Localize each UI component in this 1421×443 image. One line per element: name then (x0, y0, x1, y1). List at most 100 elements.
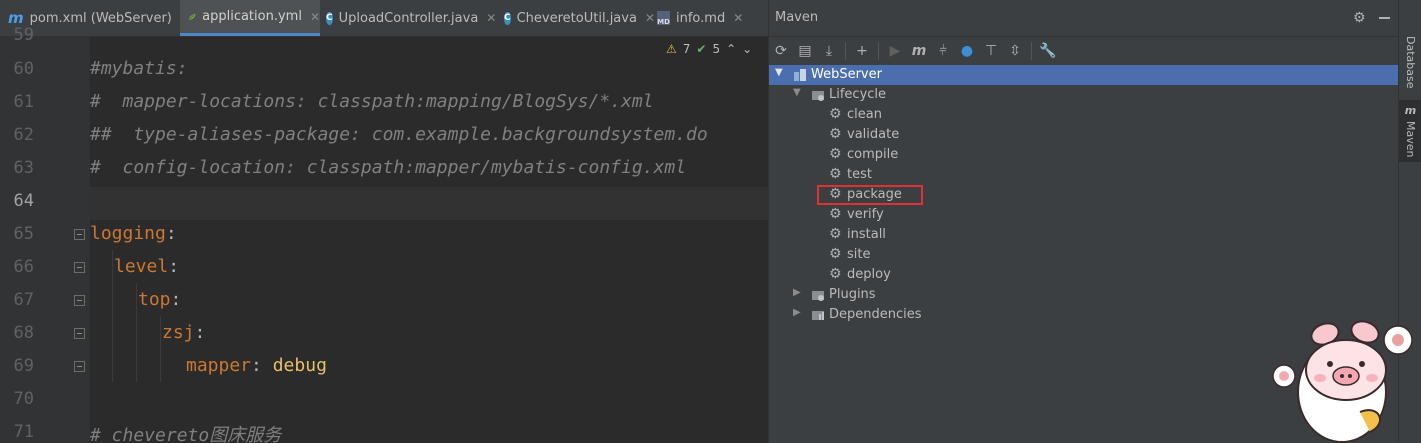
code-area[interactable]: #mybatis: # mapper-locations: classpath:… (90, 36, 768, 443)
side-tab-database[interactable]: Database (1399, 36, 1421, 89)
code-line: zsj: (162, 322, 206, 343)
code-editor: m pom.xml (WebServer) ✕ application.yml … (0, 0, 768, 443)
pig-sticker-icon (1272, 320, 1413, 443)
line-gutter: 59 60 61 62 63 64 65 66 67 68 69 70 71 (0, 25, 90, 443)
fold-toggle-icon[interactable] (74, 361, 85, 372)
lifecycle-goal-deploy[interactable]: ⚙ deploy (769, 265, 1398, 285)
inspection-widget[interactable]: ⚠ 7 ✔ 5 ⌃ ⌄ (666, 42, 752, 56)
line-number: 64 (13, 191, 34, 211)
gear-icon: ⚙ (829, 226, 842, 242)
yaml-leaf-icon (188, 13, 196, 20)
tab-upload-controller[interactable]: C UploadController.java ✕ (326, 0, 496, 36)
code-line: # chevereto图床服务 (90, 425, 282, 443)
line-number: 71 (13, 422, 34, 442)
toolbar-separator (1031, 42, 1032, 60)
chevron-down-icon[interactable]: ▼ (793, 87, 801, 98)
folder-plugin-icon (812, 291, 824, 301)
folder-gear-icon (812, 91, 824, 101)
chevron-right-icon[interactable]: ▶ (793, 287, 801, 298)
close-icon[interactable]: ✕ (486, 11, 496, 25)
tree-node-plugins[interactable]: ▶ Plugins (769, 285, 1398, 305)
tab-info-md[interactable]: MD info.md ✕ (657, 0, 747, 36)
plus-icon[interactable]: + (850, 39, 874, 63)
gear-icon: ⚙ (829, 246, 842, 262)
tree-node-lifecycle[interactable]: ▼ Lifecycle (769, 85, 1398, 105)
line-number: 68 (13, 323, 34, 343)
download-icon[interactable]: ⤓ (817, 39, 841, 63)
lifecycle-goal-validate[interactable]: ⚙ validate (769, 125, 1398, 145)
chevron-down-icon[interactable]: ▼ (775, 67, 783, 78)
line-number: 69 (13, 356, 34, 376)
chevron-up-icon[interactable]: ⌃ (726, 42, 736, 56)
maven-m-icon: m (1404, 104, 1417, 117)
current-line-highlight (90, 187, 768, 220)
gear-icon: ⚙ (829, 106, 842, 122)
check-icon: ✔ (696, 42, 707, 56)
gear-icon: ⚙ (829, 126, 842, 142)
code-line: level: (114, 256, 180, 277)
reload-icon[interactable]: ⟳ (769, 39, 793, 63)
java-class-icon: C (504, 11, 511, 25)
close-icon[interactable]: ✕ (310, 10, 320, 24)
settings-wrench-icon[interactable]: 🔧 (1036, 39, 1060, 63)
line-number: 66 (13, 257, 34, 277)
show-dependencies-icon[interactable]: ⊤ (979, 39, 1003, 63)
collapse-all-icon[interactable]: ⇳ (1003, 39, 1027, 63)
tab-application-yml[interactable]: application.yml ✕ (180, 0, 320, 36)
code-line: # mapper-locations: classpath:mapping/Bl… (90, 91, 654, 112)
close-icon[interactable]: ✕ (645, 11, 655, 25)
code-line: mapper: debug (186, 355, 327, 376)
line-number: 61 (13, 92, 34, 112)
maven-title: Maven (775, 10, 819, 25)
lifecycle-goal-compile[interactable]: ⚙ compile (769, 145, 1398, 165)
ok-count: 5 (712, 42, 721, 56)
close-icon[interactable]: ✕ (733, 11, 743, 25)
java-class-icon: C (326, 11, 333, 25)
line-number: 59 (13, 25, 34, 45)
maven-header: Maven ⚙ (769, 0, 1398, 37)
warning-count: 7 (682, 42, 691, 56)
chevron-down-icon[interactable]: ⌄ (742, 42, 752, 56)
code-line: ## type-aliases-package: com.example.bac… (90, 124, 708, 145)
gear-icon: ⚙ (829, 266, 842, 282)
indent-guide (160, 316, 161, 382)
line-number: 62 (13, 125, 34, 145)
fold-toggle-icon[interactable] (74, 262, 85, 273)
toolbar-separator (845, 42, 846, 60)
side-tab-maven[interactable]: m Maven (1399, 100, 1421, 162)
add-folder-icon[interactable]: ▤ (793, 39, 817, 63)
lifecycle-goal-test[interactable]: ⚙ test (769, 165, 1398, 185)
gear-icon[interactable]: ⚙ (1353, 10, 1366, 26)
line-number: 60 (13, 59, 34, 79)
maven-project-icon (794, 69, 806, 81)
line-number: 70 (13, 389, 34, 409)
line-number: 65 (13, 224, 34, 244)
code-line: # config-location: classpath:mapper/myba… (90, 157, 687, 178)
run-icon[interactable]: ▶ (883, 39, 907, 63)
minimize-icon[interactable] (1379, 17, 1390, 19)
markdown-icon: MD (657, 11, 670, 26)
tab-chevereto-util[interactable]: C CheveretoUtil.java ✕ (504, 0, 655, 36)
lifecycle-goal-site[interactable]: ⚙ site (769, 245, 1398, 265)
editor-tab-bar: m pom.xml (WebServer) ✕ application.yml … (0, 0, 768, 37)
tree-node-webserver[interactable]: ▼ WebServer (769, 65, 1398, 85)
indent-guide (136, 283, 137, 382)
line-number: 67 (13, 290, 34, 310)
folder-dependencies-icon (812, 311, 824, 320)
warning-icon: ⚠ (666, 42, 677, 56)
fold-toggle-icon[interactable] (74, 328, 85, 339)
lifecycle-goal-verify[interactable]: ⚙ verify (769, 205, 1398, 225)
line-number: 63 (13, 158, 34, 178)
code-line: logging: (90, 223, 177, 244)
fold-toggle-icon[interactable] (74, 295, 85, 306)
maven-goal-icon[interactable]: m (907, 39, 931, 63)
gear-icon: ⚙ (829, 166, 842, 182)
skip-tests-icon[interactable]: ● (955, 39, 979, 63)
fold-toggle-icon[interactable] (74, 229, 85, 240)
lifecycle-goal-clean[interactable]: ⚙ clean (769, 105, 1398, 125)
chevron-right-icon[interactable]: ▶ (793, 307, 801, 318)
gear-icon: ⚙ (829, 206, 842, 222)
toolbar-separator (878, 42, 879, 60)
lifecycle-goal-install[interactable]: ⚙ install (769, 225, 1398, 245)
toggle-offline-icon[interactable]: ⫩ (931, 39, 955, 63)
